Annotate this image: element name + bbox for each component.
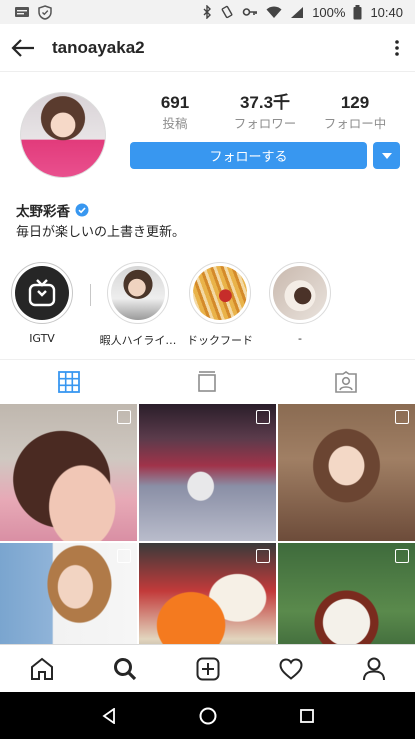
post-thumbnail[interactable] <box>0 404 137 541</box>
suggested-accounts-button[interactable] <box>373 142 400 169</box>
clock: 10:40 <box>370 4 403 20</box>
back-arrow-icon <box>11 38 34 57</box>
signal-icon <box>291 6 304 18</box>
stat-value: 129 <box>340 93 370 112</box>
multi-post-icon <box>256 410 270 424</box>
vibrate-icon <box>221 5 233 19</box>
highlight-item[interactable]: 暇人ハイライ… <box>96 262 180 348</box>
verified-badge-icon <box>75 203 89 217</box>
highlight-item[interactable]: - <box>258 262 342 345</box>
stat-followers[interactable]: 37.3千 フォロワー <box>220 92 310 134</box>
nav-profile[interactable] <box>332 645 415 692</box>
system-home-icon[interactable] <box>199 707 217 725</box>
bluetooth-icon <box>203 5 212 19</box>
home-icon <box>30 657 53 680</box>
stat-posts[interactable]: 691 投稿 <box>130 92 220 134</box>
tab-grid[interactable] <box>0 360 138 403</box>
stat-label: フォロー中 <box>323 116 387 131</box>
profile-name: 太野彩香 <box>16 204 70 220</box>
grid-icon <box>58 370 81 393</box>
nav-activity[interactable] <box>249 645 332 692</box>
tab-tagged[interactable] <box>277 360 415 403</box>
battery-icon <box>353 4 362 19</box>
highlight-label: 暇人ハイライ… <box>99 334 177 347</box>
stat-following[interactable]: 129 フォロー中 <box>310 92 400 134</box>
highlight-thumbnail <box>111 266 165 320</box>
tagged-user-icon <box>335 370 357 393</box>
bottom-navigation <box>0 644 415 692</box>
profile-header: tanoayaka2 <box>0 24 415 72</box>
tab-feed[interactable] <box>138 360 276 403</box>
vertical-dots-icon <box>395 40 399 56</box>
add-post-icon <box>196 657 219 680</box>
post-thumbnail[interactable] <box>278 404 415 541</box>
post-thumbnail[interactable] <box>139 404 276 541</box>
highlight-thumbnail <box>193 266 247 320</box>
system-navigation-bar <box>0 692 415 739</box>
divider <box>90 284 91 306</box>
status-bar: 100% 10:40 <box>0 0 415 24</box>
profile-name-row: 太野彩香 <box>16 200 89 220</box>
back-button[interactable] <box>0 24 46 72</box>
search-icon <box>113 657 136 680</box>
profile-bio: 毎日が楽しいの上書き更新。 <box>16 225 186 240</box>
system-back-icon[interactable] <box>101 707 116 724</box>
key-icon <box>242 8 258 16</box>
feed-icon <box>198 370 217 392</box>
stat-label: フォロワー <box>233 116 297 131</box>
wifi-icon <box>266 6 282 18</box>
profile-icon <box>362 657 385 680</box>
profile-stats: 691 投稿 37.3千 フォロワー 129 フォロー中 <box>130 92 400 134</box>
stat-value: 691 <box>160 93 190 112</box>
battery-percent: 100% <box>312 4 346 20</box>
story-highlights: IGTV 暇人ハイライ… ドックフード - <box>0 262 415 348</box>
follow-button[interactable]: フォローする <box>130 142 367 169</box>
post-thumbnail[interactable] <box>139 543 276 644</box>
shield-icon <box>38 4 52 20</box>
profile-tabs <box>0 359 415 403</box>
multi-post-icon <box>117 410 131 424</box>
header-username: tanoayaka2 <box>52 37 145 57</box>
highlight-thumbnail <box>273 266 327 320</box>
stat-label: 投稿 <box>162 116 188 131</box>
post-thumbnail[interactable] <box>0 543 137 644</box>
media-icon <box>15 7 29 17</box>
igtv-icon <box>28 279 56 307</box>
stat-value: 37.3千 <box>239 93 291 112</box>
nav-new-post[interactable] <box>166 645 249 692</box>
post-grid <box>0 404 415 644</box>
system-recents-icon[interactable] <box>299 708 314 723</box>
highlight-igtv[interactable]: IGTV <box>0 262 84 345</box>
nav-search[interactable] <box>83 645 166 692</box>
post-thumbnail[interactable] <box>278 543 415 644</box>
more-options-button[interactable] <box>389 36 405 60</box>
highlight-item[interactable]: ドックフード <box>178 262 262 348</box>
nav-home[interactable] <box>0 645 83 692</box>
profile-avatar[interactable] <box>20 92 106 178</box>
highlight-label: - <box>298 332 302 345</box>
multi-post-icon <box>256 549 270 563</box>
highlight-label: ドックフード <box>187 334 253 347</box>
multi-post-icon <box>395 549 409 563</box>
chevron-down-icon <box>381 152 392 159</box>
highlight-label: IGTV <box>29 332 55 345</box>
multi-post-icon <box>395 410 409 424</box>
heart-icon <box>278 657 303 680</box>
multi-post-icon <box>117 549 131 563</box>
